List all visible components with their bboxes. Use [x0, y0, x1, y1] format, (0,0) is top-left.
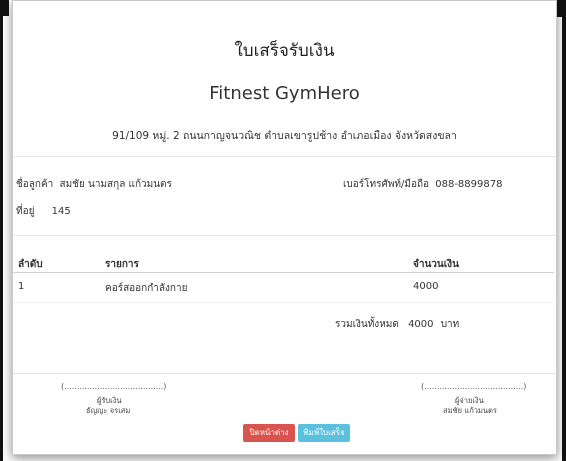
total-value: 4000	[408, 319, 434, 330]
company-address: 91/109 หมู่. 2 ถนนกาญจนวณิช ตำบลเขารูปช้…	[112, 130, 457, 142]
background-edge-left	[0, 0, 3, 461]
house-row: ที่อยู่ 145	[16, 204, 71, 219]
signature-line-receiver: (.......................................…	[61, 382, 167, 391]
company-name: Fitnest GymHero	[209, 83, 360, 104]
receiver-name: ธัญญะ จรเสม	[86, 406, 131, 415]
table-cell-amount: 4000	[413, 281, 439, 292]
phone-label: เบอร์โทรศัพท์/มือถือ	[343, 179, 430, 190]
print-receipt-button[interactable]: พิมพ์ใบเสร็จ	[298, 424, 350, 442]
customer-row: ชื่อลูกค้า สมชัย นามสกุล แก้วมนตร	[16, 177, 172, 192]
background-edge-right	[562, 0, 566, 461]
phone-number: 088-8899878	[435, 179, 503, 190]
background-edge-left-top	[0, 0, 9, 16]
customer-label: ชื่อลูกค้า	[16, 179, 54, 190]
phone-row: เบอร์โทรศัพท์/มือถือ 088-8899878	[343, 177, 502, 192]
column-header-item: รายการ	[105, 259, 139, 270]
house-number: 145	[51, 206, 71, 217]
background-edge-right-top	[557, 0, 566, 17]
divider	[13, 156, 556, 157]
table-cell-item: คอร์สออกกำลังกาย	[105, 283, 188, 294]
table-header-divider	[13, 272, 554, 273]
divider	[13, 235, 556, 236]
receipt-title: ใบเสร็จรับเงิน	[234, 41, 335, 61]
total-label: รวมเงินทั้งหมด	[335, 319, 399, 330]
total-unit: บาท	[440, 319, 460, 330]
table-cell-no: 1	[18, 281, 25, 292]
total-row: รวมเงินทั้งหมด 4000 บาท	[335, 317, 459, 332]
column-header-amount: จำนวนเงิน	[413, 259, 459, 270]
divider	[13, 373, 556, 374]
customer-name: สมชัย นามสกุล แก้วมนตร	[59, 179, 172, 190]
receipt-modal: ใบเสร็จรับเงิน Fitnest GymHero 91/109 หม…	[12, 0, 557, 455]
house-label: ที่อยู่	[16, 206, 35, 217]
payer-name: สมชัย แก้วมนตร	[443, 406, 497, 415]
signature-line-payer: (.......................................…	[421, 382, 527, 391]
table-row-divider	[13, 302, 554, 303]
column-header-no: ลำดับ	[18, 259, 43, 270]
close-window-button[interactable]: ปิดหน้าต่าง	[243, 424, 295, 442]
